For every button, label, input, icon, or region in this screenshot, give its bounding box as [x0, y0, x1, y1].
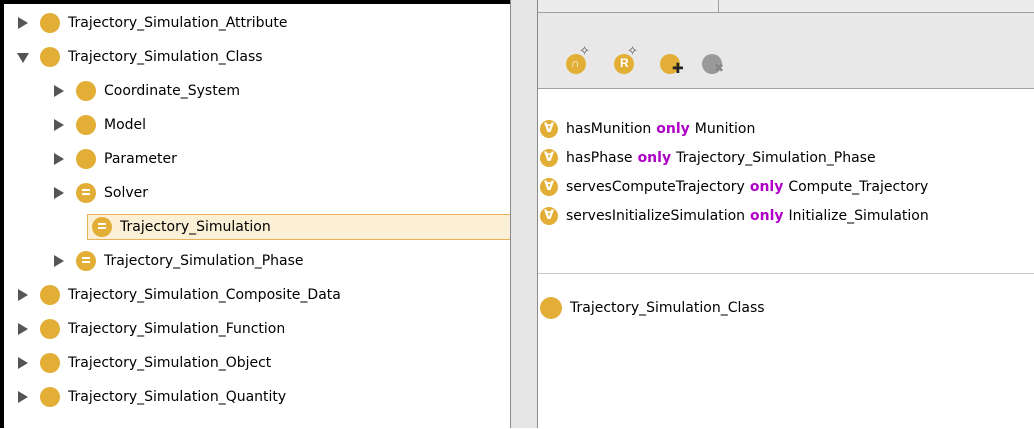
- restriction-keyword: only: [637, 150, 672, 166]
- restriction-filler: Initialize_Simulation: [788, 208, 929, 224]
- restriction-icon: [540, 178, 558, 196]
- top-strip: [538, 0, 1034, 13]
- tree-item[interactable]: Trajectory_Simulation_Quantity: [16, 384, 286, 410]
- chevron-right-icon[interactable]: [52, 84, 66, 98]
- panel-divider[interactable]: [510, 0, 538, 428]
- restriction-icon: [540, 149, 558, 167]
- class-icon: [76, 115, 96, 135]
- chevron-right-icon[interactable]: [16, 322, 30, 336]
- tree-item-label: Trajectory_Simulation_Phase: [104, 253, 304, 269]
- tree-item[interactable]: Trajectory_Simulation_Phase: [52, 248, 304, 274]
- tree-item-label: Trajectory_Simulation: [120, 219, 271, 235]
- class-description: hasMunitiononlyMunitionhasPhaseonlyTraje…: [538, 88, 1034, 429]
- tree-item[interactable]: Trajectory_Simulation_Class: [16, 44, 263, 70]
- class-icon: [76, 81, 96, 101]
- defined-class-icon: [76, 251, 96, 271]
- tree-item[interactable]: Solver: [52, 180, 148, 206]
- tree-item[interactable]: Trajectory_Simulation_Composite_Data: [16, 282, 341, 308]
- defined-class-icon: [92, 217, 112, 237]
- tree-item-label: Coordinate_System: [104, 83, 240, 99]
- restriction-keyword: only: [656, 121, 690, 137]
- class-hierarchy-tree[interactable]: Trajectory_Simulation_Attribute Trajector…: [4, 4, 511, 428]
- add-restriction-button[interactable]: R ✧: [612, 42, 642, 76]
- chevron-right-icon[interactable]: [16, 16, 30, 30]
- restriction-property: servesInitializeSimulation: [566, 208, 746, 224]
- class-icon: [40, 353, 60, 373]
- tree-item-label: Trajectory_Simulation_Function: [68, 321, 286, 337]
- tree-item-label: Trajectory_Simulation_Object: [68, 355, 272, 371]
- class-editor-panel: ∩ ✧ R ✧ ✚ ✖ hasMunitiononlyMunitionhasPh…: [538, 0, 1034, 429]
- tree-item[interactable]: Trajectory_Simulation_Attribute: [16, 10, 288, 36]
- class-icon: [40, 13, 60, 33]
- restriction-filler: Munition: [694, 121, 756, 137]
- tree-item-label: Trajectory_Simulation_Quantity: [68, 389, 287, 405]
- chevron-down-icon[interactable]: [16, 50, 30, 64]
- restriction-property: hasMunition: [566, 121, 652, 137]
- class-icon: [76, 149, 96, 169]
- sparkle-icon: ✧: [579, 44, 590, 59]
- restriction-row[interactable]: servesComputeTrajectoryonlyCompute_Traje…: [540, 175, 928, 199]
- tree-item[interactable]: Trajectory_Simulation: [87, 214, 511, 240]
- restriction-property: hasPhase: [566, 150, 633, 166]
- tree-item-label: Parameter: [104, 151, 177, 167]
- tree-item[interactable]: Trajectory_Simulation_Object: [16, 350, 271, 376]
- class-icon: [40, 387, 60, 407]
- chevron-right-icon[interactable]: [16, 288, 30, 302]
- strip-separator: [718, 0, 719, 12]
- chevron-right-icon[interactable]: [52, 152, 66, 166]
- restriction-icon: [540, 120, 558, 138]
- chevron-right-icon[interactable]: [52, 118, 66, 132]
- add-intersection-of-button[interactable]: ∩ ✧: [564, 42, 594, 76]
- chevron-right-icon[interactable]: [52, 254, 66, 268]
- restriction-icon: [540, 207, 558, 225]
- restriction-filler: Compute_Trajectory: [788, 179, 929, 195]
- class-icon: [40, 285, 60, 305]
- defined-class-icon: [76, 183, 96, 203]
- tree-item[interactable]: Parameter: [52, 146, 177, 172]
- restriction-property: servesComputeTrajectory: [566, 179, 745, 195]
- tree-item-label: Model: [104, 117, 147, 133]
- restriction-keyword: only: [750, 208, 784, 224]
- superclass-row[interactable]: Trajectory_Simulation_Class: [540, 295, 765, 321]
- add-named-class-button[interactable]: ✚: [658, 42, 688, 76]
- tree-item[interactable]: Coordinate_System: [52, 78, 240, 104]
- class-icon: [540, 297, 562, 319]
- chevron-right-icon[interactable]: [16, 356, 30, 370]
- sparkle-icon: ✧: [627, 44, 638, 59]
- class-icon: [40, 319, 60, 339]
- tree-item[interactable]: Trajectory_Simulation_Function: [16, 316, 285, 342]
- class-icon: [40, 47, 60, 67]
- plus-icon: ✚: [672, 61, 684, 77]
- chevron-right-icon[interactable]: [16, 390, 30, 404]
- restriction-filler: Trajectory_Simulation_Phase: [676, 150, 876, 166]
- restriction-keyword: only: [749, 179, 784, 195]
- tree-item[interactable]: Model: [52, 112, 146, 138]
- superclass-label: Trajectory_Simulation_Class: [570, 300, 765, 316]
- section-divider: [538, 273, 1034, 274]
- restriction-row[interactable]: hasPhaseonlyTrajectory_Simulation_Phase: [540, 146, 876, 170]
- tree-item-label: Solver: [104, 185, 148, 201]
- tree-item-label: Trajectory_Simulation_Composite_Data: [68, 287, 341, 303]
- remove-class-button[interactable]: ✖: [700, 42, 730, 76]
- tree-item-label: Trajectory_Simulation_Attribute: [68, 15, 288, 31]
- tree-item-label: Trajectory_Simulation_Class: [68, 49, 263, 65]
- x-icon: ✖: [714, 61, 725, 75]
- chevron-right-icon[interactable]: [52, 186, 66, 200]
- restriction-row[interactable]: hasMunitiononlyMunition: [540, 117, 755, 141]
- editor-toolbar: ∩ ✧ R ✧ ✚ ✖: [538, 34, 1034, 88]
- restriction-row[interactable]: servesInitializeSimulationonlyInitialize…: [540, 204, 929, 228]
